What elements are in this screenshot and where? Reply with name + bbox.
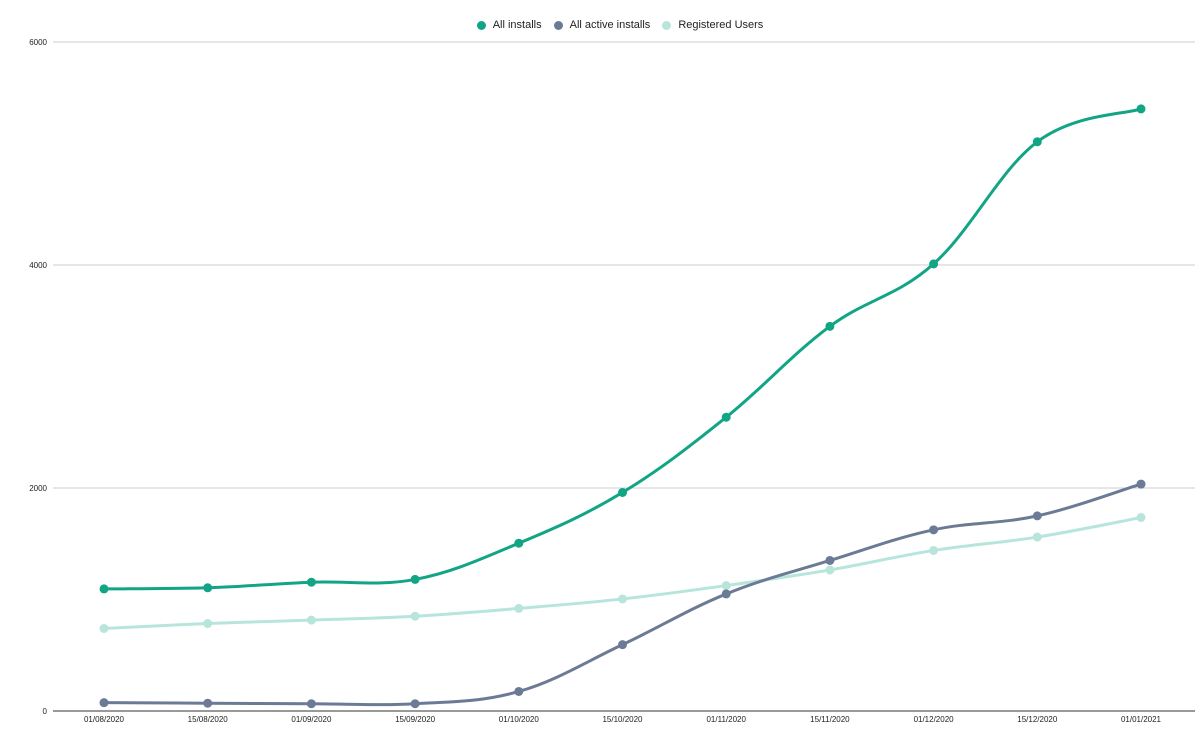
- data-point[interactable]: [306, 699, 316, 709]
- data-point[interactable]: [1136, 104, 1146, 114]
- grid: [53, 41, 1195, 712]
- series-line: [102, 107, 1143, 591]
- data-point[interactable]: [203, 698, 213, 708]
- x-tick-label: 01/08/2020: [84, 715, 125, 724]
- data-point[interactable]: [203, 618, 213, 628]
- y-tick-label: 2000: [29, 484, 47, 493]
- data-point[interactable]: [99, 698, 109, 708]
- data-point[interactable]: [306, 577, 316, 587]
- x-tick-label: 15/11/2020: [810, 715, 850, 724]
- data-point[interactable]: [618, 594, 627, 604]
- data-point[interactable]: [99, 584, 109, 594]
- series-all-installs: [99, 104, 1146, 594]
- chart-container: All installs All active installs Registe…: [0, 0, 1200, 743]
- data-point[interactable]: [1032, 137, 1042, 147]
- series-line: [102, 516, 1143, 630]
- data-point[interactable]: [929, 525, 939, 535]
- data-point[interactable]: [825, 321, 835, 331]
- series-layer: [99, 104, 1146, 709]
- x-tick-label: 01/12/2020: [914, 715, 955, 724]
- y-tick-label: 6000: [29, 38, 47, 47]
- x-tick-label: 15/09/2020: [395, 715, 436, 724]
- y-tick-label: 0: [43, 707, 48, 716]
- axes: 0 2000 4000 6000 01/08/2020 15/08/2020 01/09/2…: [29, 38, 1161, 724]
- data-point[interactable]: [721, 589, 731, 599]
- y-tick-label: 4000: [29, 261, 47, 270]
- data-point[interactable]: [825, 565, 835, 575]
- series-all-active-installs: [99, 479, 1146, 709]
- data-point[interactable]: [410, 611, 420, 621]
- x-tick-label: 01/09/2020: [291, 715, 332, 724]
- data-point[interactable]: [1136, 479, 1146, 489]
- x-tick-label: 15/10/2020: [602, 715, 643, 724]
- data-point[interactable]: [410, 699, 420, 709]
- data-point[interactable]: [203, 583, 213, 593]
- data-point[interactable]: [825, 555, 835, 565]
- x-tick-label: 15/08/2020: [188, 715, 229, 724]
- data-point[interactable]: [721, 581, 731, 591]
- x-tick-label: 01/11/2020: [706, 715, 746, 724]
- data-point[interactable]: [1136, 513, 1146, 523]
- data-point[interactable]: [721, 412, 731, 422]
- data-point[interactable]: [514, 603, 524, 613]
- data-point[interactable]: [929, 259, 939, 269]
- x-tick-label: 01/01/2021: [1121, 715, 1162, 724]
- data-point[interactable]: [514, 686, 524, 696]
- x-tick-label: 15/12/2020: [1017, 715, 1058, 724]
- data-point[interactable]: [1032, 532, 1042, 542]
- series-line: [102, 482, 1143, 707]
- data-point[interactable]: [410, 574, 420, 584]
- data-point[interactable]: [618, 487, 627, 497]
- data-point[interactable]: [1032, 511, 1042, 521]
- data-point[interactable]: [514, 538, 524, 548]
- series-registered-users: [99, 513, 1146, 633]
- data-point[interactable]: [306, 615, 316, 625]
- data-point[interactable]: [99, 623, 109, 633]
- data-point[interactable]: [618, 640, 627, 650]
- data-point[interactable]: [929, 545, 939, 555]
- x-tick-label: 01/10/2020: [499, 715, 540, 724]
- chart-plot: 0 2000 4000 6000 01/08/2020 15/08/2020 01/09/2…: [29, 38, 1195, 724]
